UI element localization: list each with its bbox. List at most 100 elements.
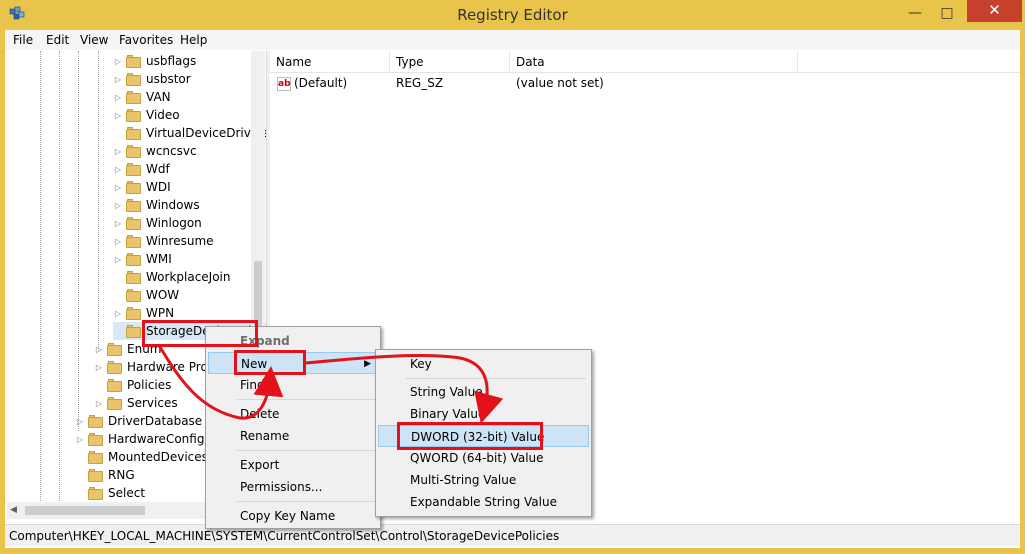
- tree-item-usbstor[interactable]: ▷ usbstor: [113, 70, 191, 88]
- tree-item-wow[interactable]: WOW: [113, 286, 179, 304]
- list-row-default[interactable]: ab (Default) REG_SZ (value not set): [270, 75, 1020, 93]
- expander-icon[interactable]: ▷: [75, 435, 85, 444]
- folder-icon: [126, 270, 142, 284]
- expander-icon[interactable]: ▷: [113, 111, 123, 120]
- folder-icon: [107, 360, 123, 374]
- tree-item-hardwareconfig[interactable]: ▷ HardwareConfig: [75, 430, 205, 448]
- menu-bar: File Edit View Favorites Help: [5, 30, 1020, 50]
- tree-horizontal-scroll-thumb[interactable]: [25, 506, 145, 515]
- folder-icon: [126, 72, 142, 86]
- tree-item-select[interactable]: Select: [75, 484, 145, 502]
- menu-separator: [236, 399, 376, 400]
- title-bar[interactable]: Registry Editor — □ ✕: [0, 0, 1025, 30]
- folder-icon: [126, 216, 142, 230]
- folder-icon: [88, 468, 104, 482]
- expander-icon[interactable]: ▷: [75, 417, 85, 426]
- folder-icon: [88, 432, 104, 446]
- expander-icon[interactable]: ▷: [113, 93, 123, 102]
- expander-icon[interactable]: ▷: [94, 345, 104, 354]
- tree-item-windows[interactable]: ▷ Windows: [113, 196, 200, 214]
- tree-item-services[interactable]: ▷ Services: [94, 394, 178, 412]
- tree-item-video[interactable]: ▷ Video: [113, 106, 180, 124]
- menu-help[interactable]: Help: [180, 33, 207, 47]
- folder-icon: [107, 378, 123, 392]
- annotation-box-dword: [397, 422, 543, 450]
- menu-separator: [406, 378, 586, 379]
- folder-icon: [126, 252, 142, 266]
- list-header: Name Type Data: [270, 51, 1020, 73]
- ctx-copy-key-name[interactable]: Copy Key Name: [208, 505, 378, 527]
- tree-item-wmi[interactable]: ▷ WMI: [113, 250, 172, 268]
- folder-icon: [126, 288, 142, 302]
- column-header-name[interactable]: Name: [270, 51, 390, 73]
- tree-item-van[interactable]: ▷ VAN: [113, 88, 171, 106]
- tree-item-wdf[interactable]: ▷ Wdf: [113, 160, 170, 178]
- menu-separator: [236, 450, 376, 451]
- tree-item-wdi[interactable]: ▷ WDI: [113, 178, 171, 196]
- tree-item-policies[interactable]: Policies: [94, 376, 171, 394]
- expander-icon[interactable]: ▷: [94, 399, 104, 408]
- submenu-qword-value[interactable]: QWORD (64-bit) Value: [378, 447, 589, 469]
- expander-icon[interactable]: ▷: [113, 57, 123, 66]
- folder-icon: [126, 234, 142, 248]
- folder-icon: [126, 126, 142, 140]
- tree-item-usbflags[interactable]: ▷ usbflags: [113, 52, 196, 70]
- ctx-find[interactable]: Find...: [208, 374, 378, 396]
- folder-icon: [88, 450, 104, 464]
- expander-icon[interactable]: ▷: [113, 237, 123, 246]
- expander-icon[interactable]: ▷: [113, 309, 123, 318]
- expander-icon[interactable]: ▷: [113, 75, 123, 84]
- menu-favorites[interactable]: Favorites: [119, 33, 173, 47]
- menu-view[interactable]: View: [80, 33, 108, 47]
- tree-guide-line: [40, 51, 41, 519]
- folder-icon: [126, 144, 142, 158]
- window-title: Registry Editor: [457, 6, 568, 24]
- submenu-expandable-string-value[interactable]: Expandable String Value: [378, 491, 589, 513]
- folder-icon: [126, 198, 142, 212]
- expander-icon[interactable]: ▷: [113, 219, 123, 228]
- folder-icon: [126, 108, 142, 122]
- tree-item-wcncsvc[interactable]: ▷ wcncsvc: [113, 142, 197, 160]
- tree-item-workplacejoin[interactable]: WorkplaceJoin: [113, 268, 231, 286]
- ctx-rename[interactable]: Rename: [208, 425, 378, 447]
- tree-item-virtualdevicedrivers[interactable]: VirtualDeviceDrivers: [113, 124, 266, 142]
- scroll-left-icon[interactable]: ◀: [10, 505, 17, 515]
- folder-icon: [126, 306, 142, 320]
- folder-icon: [107, 396, 123, 410]
- menu-edit[interactable]: Edit: [46, 33, 69, 47]
- menu-file[interactable]: File: [13, 33, 33, 47]
- tree-item-mounteddevices[interactable]: MountedDevices: [75, 448, 208, 466]
- submenu-key[interactable]: Key: [378, 353, 589, 375]
- ctx-export[interactable]: Export: [208, 454, 378, 476]
- expander-icon[interactable]: ▷: [113, 183, 123, 192]
- ctx-permissions[interactable]: Permissions...: [208, 476, 378, 498]
- tree-item-rng[interactable]: RNG: [75, 466, 135, 484]
- value-name: (Default): [294, 76, 348, 90]
- expander-icon[interactable]: ▷: [113, 147, 123, 156]
- value-data: (value not set): [516, 76, 604, 90]
- folder-icon: [126, 90, 142, 104]
- submenu-multi-string-value[interactable]: Multi-String Value: [378, 469, 589, 491]
- expander-icon[interactable]: ▷: [113, 255, 123, 264]
- minimize-button[interactable]: —: [900, 0, 930, 28]
- status-path: Computer\HKEY_LOCAL_MACHINE\SYSTEM\Curre…: [9, 529, 560, 543]
- expander-icon[interactable]: ▷: [113, 201, 123, 210]
- annotation-box-new: [234, 350, 306, 375]
- tree-item-driverdatabase[interactable]: ▷ DriverDatabase: [75, 412, 202, 430]
- column-header-data[interactable]: Data: [510, 51, 798, 73]
- folder-icon: [126, 180, 142, 194]
- submenu-string-value[interactable]: String Value: [378, 381, 589, 403]
- expander-icon[interactable]: ▷: [113, 165, 123, 174]
- folder-icon: [107, 342, 123, 356]
- annotation-box-storagedevicepolicies: [142, 320, 258, 347]
- ctx-delete[interactable]: Delete: [208, 403, 378, 425]
- value-type: REG_SZ: [396, 76, 444, 90]
- tree-guide-line: [59, 51, 60, 519]
- folder-icon: [126, 54, 142, 68]
- maximize-button[interactable]: □: [932, 0, 962, 28]
- expander-icon[interactable]: ▷: [94, 363, 104, 372]
- tree-item-winresume[interactable]: ▷ Winresume: [113, 232, 214, 250]
- tree-item-winlogon[interactable]: ▷ Winlogon: [113, 214, 202, 232]
- close-button[interactable]: ✕: [967, 0, 1022, 22]
- column-header-type[interactable]: Type: [390, 51, 510, 73]
